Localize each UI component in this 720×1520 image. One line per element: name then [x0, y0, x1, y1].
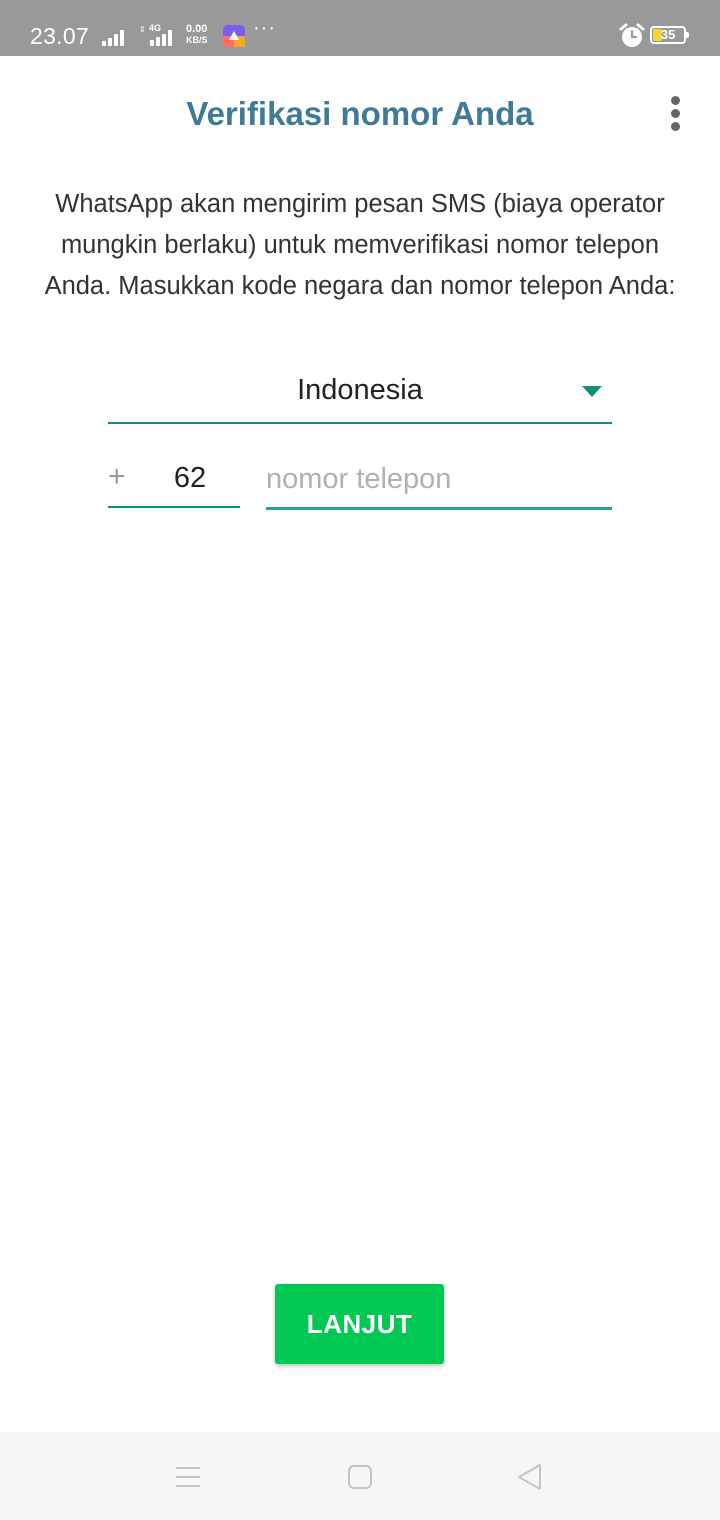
network-speed-value: 0.00 [186, 23, 208, 35]
phone-number-input[interactable] [266, 458, 606, 500]
network-speed-unit: KB/S [186, 35, 208, 45]
battery-level: 35 [660, 27, 676, 42]
more-options-icon[interactable] [656, 90, 696, 138]
back-icon[interactable] [510, 1458, 550, 1498]
next-button[interactable]: LANJUT [275, 1284, 444, 1364]
page-title: Verifikasi nomor Anda [186, 95, 534, 132]
country-code-input[interactable] [142, 458, 238, 498]
dropdown-arrow-icon [582, 386, 602, 397]
mobile-signal-icon [150, 30, 174, 46]
country-name: Indonesia [297, 374, 423, 406]
verification-description: WhatsApp akan mengirim pesan SMS (biaya … [44, 190, 676, 300]
country-code-field: + [108, 452, 240, 508]
alarm-clock-icon [619, 23, 645, 47]
plus-prefix: + [108, 460, 126, 493]
status-time: 23.07 [30, 23, 90, 49]
country-selector[interactable]: Indonesia [108, 368, 612, 424]
signal-strength-icon [102, 26, 126, 46]
network-speed: 0.00 KB/S [186, 23, 216, 46]
phone-number-field [266, 452, 612, 510]
more-notifications-icon: ··· [253, 17, 276, 39]
status-bar: 23.07 ⇕ 4G 0.00 KB/S ··· 35 [0, 0, 720, 56]
battery-cap [686, 32, 689, 38]
home-icon[interactable] [340, 1458, 380, 1498]
navigation-bar [0, 1432, 720, 1520]
battery-icon: 35 [650, 26, 689, 44]
data-arrows-icon: ⇕ [139, 25, 146, 34]
app-notification-icon [223, 25, 245, 47]
menu-icon[interactable] [168, 1458, 208, 1498]
